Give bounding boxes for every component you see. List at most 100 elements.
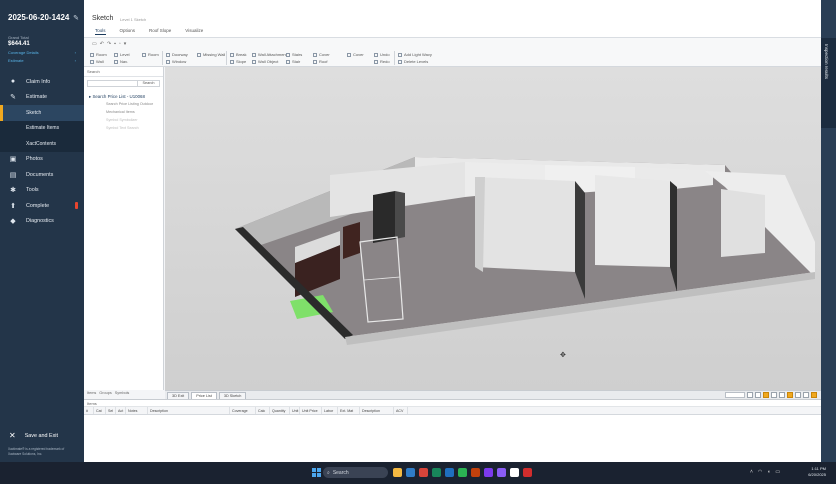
undo-icon[interactable]: ↶ xyxy=(100,41,104,47)
tree-item[interactable]: Search Price Listing Outdoor xyxy=(84,100,163,108)
app-icon[interactable] xyxy=(497,468,506,477)
column-header[interactable]: Coverage xyxy=(230,407,256,414)
view-toggle-icon[interactable] xyxy=(779,392,785,398)
search-input[interactable] xyxy=(88,81,137,86)
column-header[interactable]: Cat xyxy=(94,407,106,414)
break-tool[interactable]: Break xyxy=(230,52,246,57)
sketch-3d-viewport[interactable]: ✥ xyxy=(165,67,821,390)
redo-icon[interactable]: ↷ xyxy=(107,41,111,47)
coverage-details-link[interactable]: Coverage Details › xyxy=(8,50,76,55)
stair-tool[interactable]: Stair xyxy=(286,59,302,64)
cover-tool[interactable]: Cover xyxy=(313,52,330,57)
sidebar-item-estimate-items[interactable]: Estimate Items xyxy=(0,120,84,136)
volume-icon[interactable]: ◖ xyxy=(767,469,770,475)
save-icon[interactable]: ▪ xyxy=(114,41,116,47)
sidebar-item-sketch[interactable]: Sketch xyxy=(0,105,84,121)
view-toggle-icon[interactable] xyxy=(771,392,777,398)
sidebar-item-diagnostics[interactable]: ◆ Diagnostics xyxy=(0,214,84,230)
view-mode-select[interactable] xyxy=(725,392,745,398)
edit-claim-icon[interactable]: ✎ xyxy=(73,14,79,22)
excel-icon[interactable] xyxy=(432,468,441,477)
column-header[interactable]: Description xyxy=(360,407,394,414)
sidebar-item-estimate[interactable]: ✎ Estimate xyxy=(0,90,84,106)
column-header[interactable]: Unit Price xyxy=(300,407,322,414)
sidebar-item-complete[interactable]: ⬆ Complete xyxy=(0,198,84,214)
taskbar-search[interactable]: ⌕ Search xyxy=(323,467,388,478)
chevron-up-icon[interactable]: ˄ xyxy=(750,469,753,475)
view-toggle-icon[interactable] xyxy=(755,392,761,398)
wall-tool[interactable]: Wall xyxy=(90,59,107,64)
view-toggle-icon[interactable] xyxy=(811,392,817,398)
column-header[interactable]: Ext. Mat xyxy=(338,407,360,414)
sidebar-item-claim-info[interactable]: ● Claim Info xyxy=(0,74,84,90)
view-toggle-icon[interactable] xyxy=(795,392,801,398)
view-toggle-icon[interactable] xyxy=(763,392,769,398)
tree-item[interactable]: Symbol Symbolizer xyxy=(84,116,163,124)
undo-tool[interactable]: Undo xyxy=(374,52,390,57)
taskbar-clock[interactable]: 1:11 PM 6/20/2025 xyxy=(808,466,826,478)
view-toggle-icon[interactable] xyxy=(747,392,753,398)
sidebar-item-tools[interactable]: ✱ Tools xyxy=(0,183,84,199)
column-header[interactable]: Unit xyxy=(290,407,300,414)
add-light-wavy-tool[interactable]: Add Light Wavy xyxy=(398,52,432,57)
save-and-exit-button[interactable]: ✕ Save and Exit xyxy=(9,431,58,440)
battery-icon[interactable]: ▭ xyxy=(775,469,780,475)
column-header[interactable]: # xyxy=(84,407,94,414)
redo-tool[interactable]: Redo xyxy=(374,59,390,64)
tab-tools[interactable]: Tools xyxy=(95,28,106,35)
column-header[interactable]: Notes xyxy=(126,407,148,414)
tree-item[interactable]: Symbol Text Search xyxy=(84,124,163,132)
block-cover-tool[interactable]: Cover xyxy=(347,52,364,57)
missing-wall-tool[interactable]: Missing Wall xyxy=(197,52,225,57)
app-icon[interactable] xyxy=(484,468,493,477)
tree-root-item[interactable]: ▸ Search Price List - U10068 xyxy=(84,90,163,100)
tab-visualize[interactable]: Visualize xyxy=(185,28,203,35)
xactimate-icon[interactable] xyxy=(510,468,519,477)
wifi-icon[interactable]: ◠ xyxy=(758,469,762,475)
open-icon[interactable]: ▭ xyxy=(92,41,97,47)
sidebar-item-photos[interactable]: ▣ Photos xyxy=(0,152,84,168)
search-button[interactable]: Search xyxy=(137,81,159,86)
view-toggle-icon[interactable] xyxy=(803,392,809,398)
slope-tool[interactable]: Slope xyxy=(230,59,246,64)
tree-item[interactable]: Mechanical Items xyxy=(84,108,163,116)
window-tool[interactable]: Window xyxy=(166,59,188,64)
windows-start-icon[interactable] xyxy=(312,468,321,477)
doorway-tool[interactable]: Doorway xyxy=(166,52,188,57)
slope-tool-label: Slope xyxy=(236,59,247,64)
edge-icon[interactable] xyxy=(406,468,415,477)
tab-items[interactable]: Items xyxy=(87,391,96,398)
wall-attachment-tool[interactable]: Wall Attachment xyxy=(252,52,287,57)
print-icon[interactable]: ▫ xyxy=(119,41,121,47)
wall-object-tool[interactable]: Wall Object xyxy=(252,59,287,64)
nav-tool[interactable]: Nav. xyxy=(114,59,130,64)
column-header[interactable]: Quantity xyxy=(270,407,290,414)
app-icon[interactable] xyxy=(523,468,532,477)
chrome-icon[interactable] xyxy=(419,468,428,477)
stairs-tool[interactable]: Stairs xyxy=(286,52,302,57)
column-header[interactable]: Labor xyxy=(322,407,338,414)
word-icon[interactable] xyxy=(445,468,454,477)
column-header[interactable]: Act xyxy=(116,407,126,414)
room-tool[interactable]: Room xyxy=(90,52,107,57)
delete-levels-tool[interactable]: Delete Levels xyxy=(398,59,432,64)
column-header[interactable]: ACV xyxy=(394,407,408,414)
tab-groups[interactable]: Groups xyxy=(99,391,111,398)
estimate-link[interactable]: Estimate › xyxy=(8,58,76,63)
level-tool[interactable]: Level xyxy=(114,52,130,57)
dropdown-icon[interactable]: ▾ xyxy=(124,41,127,47)
sidebar-item-documents[interactable]: ▤ Documents xyxy=(0,167,84,183)
app-icon[interactable] xyxy=(458,468,467,477)
tab-symbols[interactable]: Symbols xyxy=(115,391,130,398)
view-toggle-icon[interactable] xyxy=(787,392,793,398)
column-header[interactable]: Description xyxy=(148,407,230,414)
roof-tool[interactable]: Roof xyxy=(313,59,330,64)
column-header[interactable]: Calc xyxy=(256,407,270,414)
file-explorer-icon[interactable] xyxy=(393,468,402,477)
column-header[interactable]: Sel xyxy=(106,407,116,414)
tab-roof-slope[interactable]: Roof Slope xyxy=(149,28,171,35)
view-room-tool[interactable]: Room xyxy=(142,52,159,57)
sidebar-item-xactcontents[interactable]: XactContents xyxy=(0,136,84,152)
tab-options[interactable]: Options xyxy=(120,28,136,35)
app-icon[interactable] xyxy=(471,468,480,477)
